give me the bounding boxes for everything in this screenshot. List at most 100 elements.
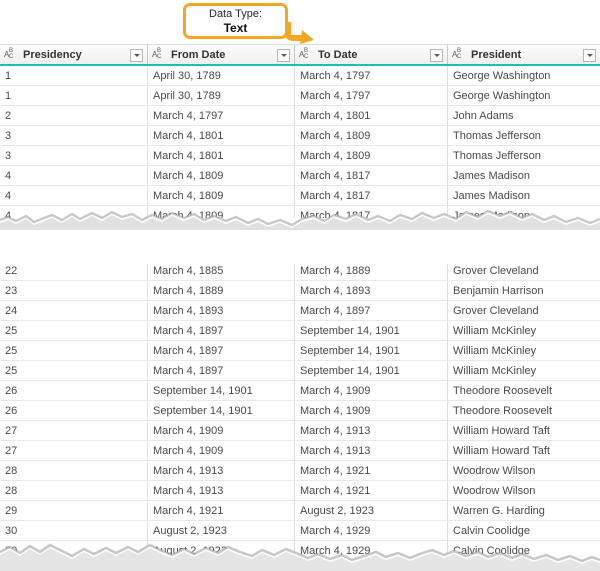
table-cell-to-date[interactable]: March 4, 1929 [295, 521, 448, 540]
table-cell-from-date[interactable]: March 4, 1921 [148, 501, 295, 520]
table-cell-from-date[interactable]: March 4, 1809 [148, 206, 295, 218]
table-cell-to-date[interactable]: March 4, 1897 [295, 301, 448, 320]
table-cell-president[interactable]: Thomas Jefferson [448, 126, 600, 145]
table-cell-president[interactable]: Calvin Coolidge [448, 521, 600, 540]
table-cell-to-date[interactable]: September 14, 1901 [295, 321, 448, 340]
data-type-callout[interactable]: Data Type: Text [183, 3, 288, 39]
table-cell-presidency[interactable] [0, 230, 148, 249]
table-row[interactable]: 1 April 30, 1789 March 4, 1797 George Washi… [0, 86, 600, 106]
table-cell-presidency[interactable]: 3 [0, 146, 148, 165]
table-cell-president[interactable]: Calvin Coolidge [448, 541, 600, 560]
column-header-presidency[interactable]: ABC Presidency [0, 45, 148, 64]
table-cell-presidency[interactable]: 25 [0, 361, 148, 380]
table-cell-president[interactable]: Theodore Roosevelt [448, 381, 600, 400]
table-row[interactable]: 30 August 2, 1923 March 4, 1929 Calvin Cool… [0, 521, 600, 541]
table-row[interactable]: 25 March 4, 1897 September 14, 1901 William… [0, 341, 600, 361]
table-cell-to-date[interactable]: March 4, 1909 [295, 381, 448, 400]
table-cell-presidency[interactable]: 4 [0, 166, 148, 185]
table-cell-president[interactable]: William McKinley [448, 341, 600, 360]
table-cell-presidency[interactable]: 3 [0, 126, 148, 145]
table-cell-to-date[interactable]: March 4, 1817 [295, 166, 448, 185]
table-row[interactable]: 26 September 14, 1901 March 4, 1909 Theodor… [0, 401, 600, 421]
table-cell-president[interactable]: Woodrow Wilson [448, 481, 600, 500]
table-cell-from-date[interactable]: March 4, 1897 [148, 361, 295, 380]
table-cell-president[interactable]: James Madison [448, 166, 600, 185]
table-cell-presidency[interactable]: 30 [0, 521, 148, 540]
table-row[interactable]: 4 March 4, 1809 March 4, 1817 James Madison [0, 206, 600, 218]
table-cell-presidency[interactable]: 25 [0, 341, 148, 360]
table-cell-president[interactable]: Theodore Roosevelt [448, 401, 600, 420]
table-cell-president[interactable]: John Adams [448, 106, 600, 125]
table-cell-presidency[interactable]: 28 [0, 461, 148, 480]
table-cell-presidency[interactable]: 4 [0, 206, 148, 218]
table-cell-to-date[interactable]: March 4, 1809 [295, 126, 448, 145]
table-cell-from-date[interactable]: March 4, 1913 [148, 481, 295, 500]
table-cell-president[interactable]: James Madison [448, 206, 600, 219]
table-cell-president[interactable]: James Madison [448, 186, 600, 205]
column-filter-button-president[interactable] [583, 49, 596, 62]
table-row[interactable]: 25 March 4, 1897 September 14, 1901 William… [0, 361, 600, 381]
table-cell-to-date[interactable]: March 4, 1893 [295, 281, 448, 300]
table-cell-presidency[interactable]: 27 [0, 441, 148, 460]
table-cell-from-date[interactable]: March 4, 1797 [148, 106, 295, 125]
table-cell-president[interactable]: William McKinley [448, 361, 600, 380]
column-header-to-date[interactable]: ABC To Date [295, 45, 448, 64]
table-row[interactable]: 2 March 4, 1797 March 4, 1801 John Adams [0, 106, 600, 126]
table-row[interactable]: 4 March 4, 1809 March 4, 1817 James Madison [0, 166, 600, 186]
table-cell-from-date[interactable]: March 4, 1801 [148, 126, 295, 145]
table-row[interactable]: 26 September 14, 1901 March 4, 1909 Theodor… [0, 381, 600, 401]
table-cell-presidency[interactable]: 29 [0, 501, 148, 520]
table-row[interactable]: 3 March 4, 1801 March 4, 1809 Thomas Jeffer… [0, 146, 600, 166]
table-row[interactable]: 30 August 2, 1923 March 4, 1929 Calvin Cool… [0, 541, 600, 561]
table-cell-to-date[interactable]: March 4, 1797 [295, 86, 448, 105]
table-row[interactable]: 4 March 4, 1809 March 4, 1817 James Madison [0, 186, 600, 206]
column-header-from-date[interactable]: ABC From Date [148, 45, 295, 64]
table-row[interactable]: 22 March 4, 1885 March 4, 1889 Grover Cleve… [0, 261, 600, 281]
table-cell-to-date[interactable]: March 4, 1801 [295, 106, 448, 125]
table-cell-from-date[interactable]: August 2, 1923 [148, 521, 295, 540]
table-cell-from-date[interactable]: March 4, 1889 [148, 281, 295, 300]
table-cell-president[interactable]: Warren G. Harding [448, 501, 600, 520]
table-cell-to-date[interactable]: August 2, 1923 [295, 501, 448, 520]
table-row[interactable]: 28 March 4, 1913 March 4, 1921 Woodrow Wils… [0, 461, 600, 481]
table-row[interactable]: 27 March 4, 1909 March 4, 1913 William Howa… [0, 421, 600, 441]
table-cell-president[interactable]: George Washington [448, 86, 600, 105]
table-cell-to-date[interactable]: March 4, 1909 [295, 401, 448, 420]
table-cell-president[interactable]: Benjamin Harrison [448, 281, 600, 300]
table-cell-from-date[interactable]: April 30, 1789 [148, 66, 295, 85]
table-cell-presidency[interactable]: 23 [0, 281, 148, 300]
table-cell-to-date[interactable]: March 4, 1921 [295, 481, 448, 500]
table-row[interactable]: 24 March 4, 1893 March 4, 1897 Grover Cleve… [0, 301, 600, 321]
table-cell-presidency[interactable]: 22 [0, 261, 148, 280]
table-cell-presidency[interactable]: 1 [0, 86, 148, 105]
table-cell-presidency[interactable]: 25 [0, 321, 148, 340]
table-cell-president[interactable]: William Howard Taft [448, 421, 600, 440]
table-row[interactable]: 28 March 4, 1913 March 4, 1921 Woodrow Wils… [0, 481, 600, 501]
table-cell-president[interactable]: William Howard Taft [448, 441, 600, 460]
table-cell-from-date[interactable]: March 4, 1913 [148, 461, 295, 480]
column-header-president[interactable]: ABC President [448, 45, 600, 64]
column-filter-button-from-date[interactable] [277, 49, 290, 62]
table-row[interactable]: 1 April 30, 1789 March 4, 1797 George Washi… [0, 66, 600, 86]
table-cell-president[interactable]: William McKinley [448, 321, 600, 340]
column-filter-button-to-date[interactable] [430, 49, 443, 62]
table-cell-from-date[interactable]: March 4, 1897 [148, 321, 295, 340]
table-row[interactable]: 29 March 4, 1921 August 2, 1923 Warren G. H… [0, 501, 600, 521]
table-cell-president[interactable]: Woodrow Wilson [448, 461, 600, 480]
table-cell-to-date[interactable]: March 4, 1913 [295, 421, 448, 440]
table-cell-from-date[interactable]: August 2, 1923 [148, 541, 295, 560]
table-cell-president[interactable]: Grover Cleveland [448, 301, 600, 320]
table-cell-from-date[interactable]: March 4, 1801 [148, 146, 295, 165]
table-cell-presidency[interactable]: 2 [0, 106, 148, 125]
table-row[interactable]: 27 March 4, 1909 March 4, 1913 William Howa… [0, 441, 600, 461]
table-cell-presidency[interactable]: 28 [0, 481, 148, 500]
table-row[interactable]: 25 March 4, 1897 September 14, 1901 William… [0, 321, 600, 341]
table-cell-president[interactable] [448, 230, 600, 249]
table-cell-to-date[interactable]: March 4, 1921 [295, 461, 448, 480]
table-cell-to-date[interactable]: March 4, 1929 [295, 541, 448, 560]
table-cell-from-date[interactable]: September 14, 1901 [148, 381, 295, 400]
table-row[interactable] [0, 230, 600, 250]
table-cell-from-date[interactable]: April 30, 1789 [148, 86, 295, 105]
table-cell-presidency[interactable]: 27 [0, 421, 148, 440]
table-cell-presidency[interactable]: 26 [0, 381, 148, 400]
